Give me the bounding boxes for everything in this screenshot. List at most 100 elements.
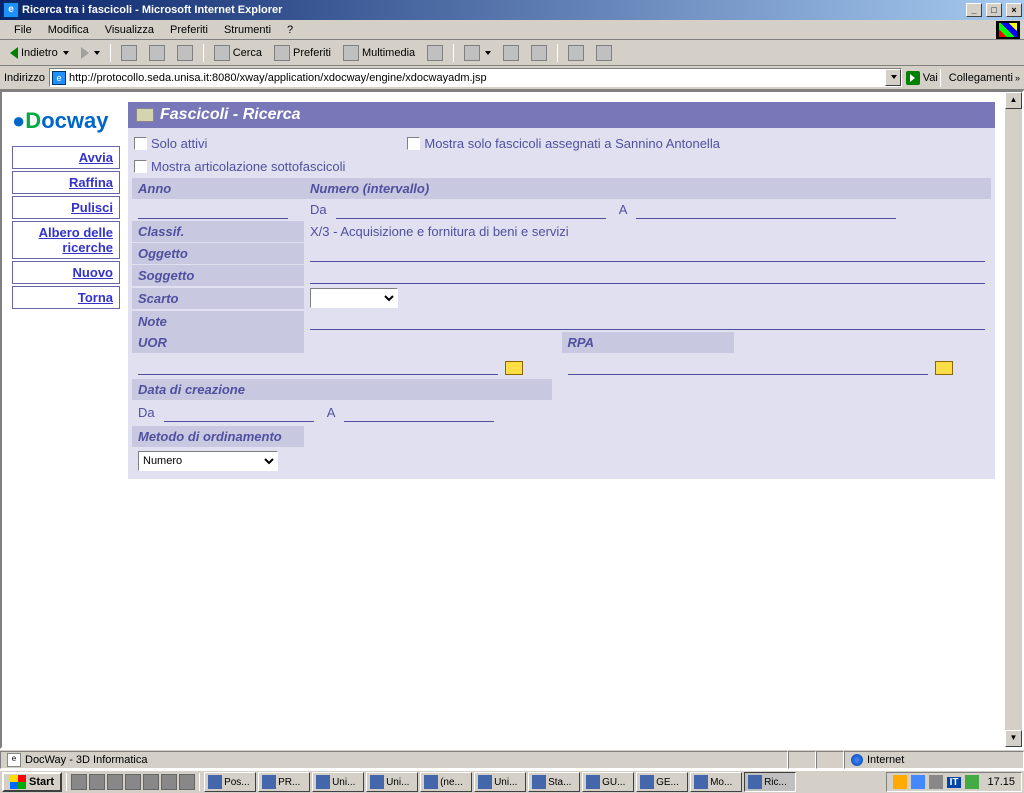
label-soggetto: Soggetto [132,265,304,286]
label-note: Note [132,311,304,332]
history-button[interactable] [423,43,447,63]
forward-button[interactable] [77,45,104,61]
media-icon [343,45,359,61]
tray-icon[interactable] [893,775,907,789]
scroll-up-button[interactable]: ▲ [1005,92,1022,109]
main-panel: Fascicoli - Ricerca Solo attivi Mostra s… [128,102,995,479]
checkbox-solo-attivi[interactable]: Solo attivi [134,136,207,151]
input-rpa[interactable] [568,357,928,375]
edit-button[interactable] [527,43,551,63]
menu-visualizza[interactable]: Visualizza [97,22,162,38]
discuss-button[interactable] [564,43,588,63]
sidebar-albero[interactable]: Albero delle ricerche [12,221,120,259]
address-box[interactable]: e http://protocollo.seda.unisa.it:8080/x… [49,68,902,87]
stop-button[interactable] [117,43,141,63]
lookup-rpa-icon[interactable] [935,361,953,375]
taskbar-item[interactable]: Uni... [312,772,364,792]
taskbar-item[interactable]: Ric... [744,772,796,792]
links-label[interactable]: Collegamenti [949,72,1013,84]
taskbar-item-label: Uni... [386,777,409,788]
select-metodo[interactable]: Numero [138,451,278,471]
app-icon [316,775,330,789]
chevron-right-icon[interactable]: » [1015,73,1020,83]
sidebar-avvia[interactable]: Avvia [12,146,120,169]
taskbar-item[interactable]: Pos... [204,772,256,792]
arrow-left-icon [10,47,18,59]
back-button[interactable]: Indietro [6,45,73,61]
taskbar-item[interactable]: (ne... [420,772,472,792]
input-oggetto[interactable] [310,244,985,262]
taskbar-item-label: Ric... [764,777,787,788]
language-indicator[interactable]: IT [947,777,962,788]
select-scarto[interactable] [310,288,398,308]
taskbar: Start Pos...PR...Uni...Uni...(ne...Uni..… [0,769,1024,793]
stop-icon [121,45,137,61]
input-numero-a[interactable] [636,201,896,219]
sidebar-pulisci[interactable]: Pulisci [12,196,120,219]
taskbar-item[interactable]: GE... [636,772,688,792]
home-icon [177,45,193,61]
input-note[interactable] [310,312,985,330]
menu-help[interactable]: ? [279,22,301,38]
taskbar-item[interactable]: Sta... [528,772,580,792]
input-data-a[interactable] [344,404,494,422]
taskbar-item[interactable]: PR... [258,772,310,792]
sidebar-torna[interactable]: Torna [12,286,120,309]
checkbox-mostra-assegnati[interactable]: Mostra solo fascicoli assegnati a Sannin… [407,136,720,151]
close-button[interactable]: × [1006,3,1022,17]
logo-part2: ocway [41,108,108,133]
vertical-scrollbar[interactable]: ▲ ▼ [1005,92,1022,747]
label-a2: A [327,405,336,420]
status-zone: Internet [867,754,904,766]
messenger-button[interactable] [592,43,616,63]
search-button[interactable]: Cerca [210,43,266,63]
refresh-button[interactable] [145,43,169,63]
ie-throbber [996,21,1020,39]
quicklaunch-icon[interactable] [71,774,87,790]
media-button[interactable]: Multimedia [339,43,419,63]
maximize-button[interactable]: □ [986,3,1002,17]
start-button[interactable]: Start [2,772,62,792]
go-button[interactable]: Vai [906,71,938,85]
start-label: Start [29,776,54,788]
tray-icon[interactable] [965,775,979,789]
quicklaunch-icon[interactable] [125,774,141,790]
input-numero-da[interactable] [336,201,606,219]
menu-strumenti[interactable]: Strumenti [216,22,279,38]
address-dropdown[interactable] [885,69,901,86]
taskbar-item[interactable]: GU... [582,772,634,792]
checkbox-icon [407,137,420,150]
tray-icon[interactable] [911,775,925,789]
mail-button[interactable] [460,43,495,63]
input-data-da[interactable] [164,404,314,422]
windows-flag-icon [10,775,26,789]
menu-modifica[interactable]: Modifica [40,22,97,38]
sidebar-raffina[interactable]: Raffina [12,171,120,194]
quicklaunch-icon[interactable] [161,774,177,790]
input-uor[interactable] [138,357,498,375]
checkbox-mostra-articolazione[interactable]: Mostra articolazione sottofascicoli [134,159,345,174]
input-soggetto[interactable] [310,266,985,284]
lookup-uor-icon[interactable] [505,361,523,375]
quicklaunch-icon[interactable] [143,774,159,790]
taskbar-item[interactable]: Mo... [690,772,742,792]
menu-preferiti[interactable]: Preferiti [162,22,216,38]
mail-icon [464,45,480,61]
label-scarto: Scarto [132,288,304,309]
favorites-button[interactable]: Preferiti [270,43,335,63]
scroll-down-button[interactable]: ▼ [1005,730,1022,747]
status-pane-2 [788,751,816,769]
taskbar-item[interactable]: Uni... [474,772,526,792]
quicklaunch-icon[interactable] [107,774,123,790]
minimize-button[interactable]: _ [966,3,982,17]
print-button[interactable] [499,43,523,63]
home-button[interactable] [173,43,197,63]
quicklaunch-icon[interactable] [179,774,195,790]
input-anno[interactable] [138,201,288,219]
quicklaunch-icon[interactable] [89,774,105,790]
menu-file[interactable]: File [6,22,40,38]
sidebar-nuovo[interactable]: Nuovo [12,261,120,284]
taskbar-item-label: Mo... [710,777,732,788]
tray-icon[interactable] [929,775,943,789]
taskbar-item[interactable]: Uni... [366,772,418,792]
